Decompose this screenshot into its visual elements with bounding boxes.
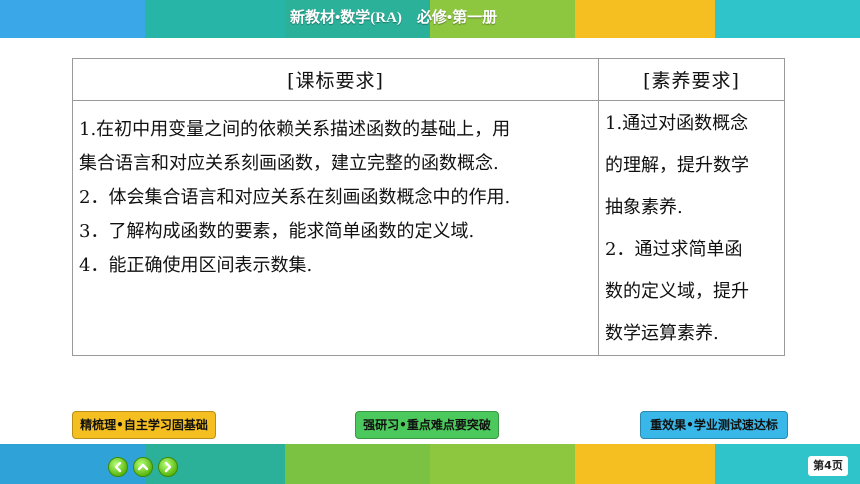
assessment-button[interactable]: 重效果•学业测试速达标 <box>640 411 788 439</box>
literacy-requirement-cell: 1.通过对函数概念 的理解，提升数学 抽象素养. 2．通过求简单函 数的定义域，… <box>598 100 785 356</box>
literacy-requirement-header: [素养要求] <box>598 58 785 101</box>
literacy-line: 的理解，提升数学 <box>605 155 749 176</box>
standard-line: 1.在初中用变量之间的依赖关系描述函数的基础上，用 <box>79 119 511 140</box>
key-points-button[interactable]: 强研习•重点难点要突破 <box>355 411 499 439</box>
banner-segment <box>575 0 715 38</box>
literacy-line: 数的定义域，提升 <box>605 281 749 302</box>
arrow-left-icon[interactable] <box>108 457 128 477</box>
banner-segment <box>715 0 860 38</box>
standard-line: 4．能正确使用区间表示数集. <box>79 255 313 276</box>
footer-segment <box>285 444 430 484</box>
literacy-line: 抽象素养. <box>605 197 683 218</box>
course-standard-header: [课标要求] <box>72 58 599 101</box>
literacy-line: 1.通过对函数概念 <box>605 113 749 134</box>
book-title: 新教材•数学(RA) 必修•第一册 <box>290 10 498 26</box>
banner-segment <box>0 0 145 38</box>
page-number: 第4页 <box>808 456 848 476</box>
arrow-right-icon[interactable] <box>158 457 178 477</box>
standard-line: 2．体会集合语言和对应关系在刻画函数概念中的作用. <box>79 187 511 208</box>
course-standard-cell: 1.在初中用变量之间的依赖关系描述函数的基础上，用 集合语言和对应关系刻画函数，… <box>72 100 599 356</box>
requirements-table: [课标要求] [素养要求] 1.在初中用变量之间的依赖关系描述函数的基础上，用 … <box>72 58 785 356</box>
home-up-icon[interactable] <box>133 457 153 477</box>
footer-segment <box>575 444 715 484</box>
self-study-button[interactable]: 精梳理•自主学习固基础 <box>72 411 216 439</box>
literacy-line: 2．通过求简单函 <box>605 239 743 260</box>
bottom-banner <box>0 444 860 484</box>
standard-line: 集合语言和对应关系刻画函数，建立完整的函数概念. <box>79 153 499 174</box>
banner-segment <box>145 0 285 38</box>
footer-segment <box>430 444 575 484</box>
standard-line: 3．了解构成函数的要素，能求简单函数的定义域. <box>79 221 475 242</box>
literacy-line: 数学运算素养. <box>605 323 719 344</box>
